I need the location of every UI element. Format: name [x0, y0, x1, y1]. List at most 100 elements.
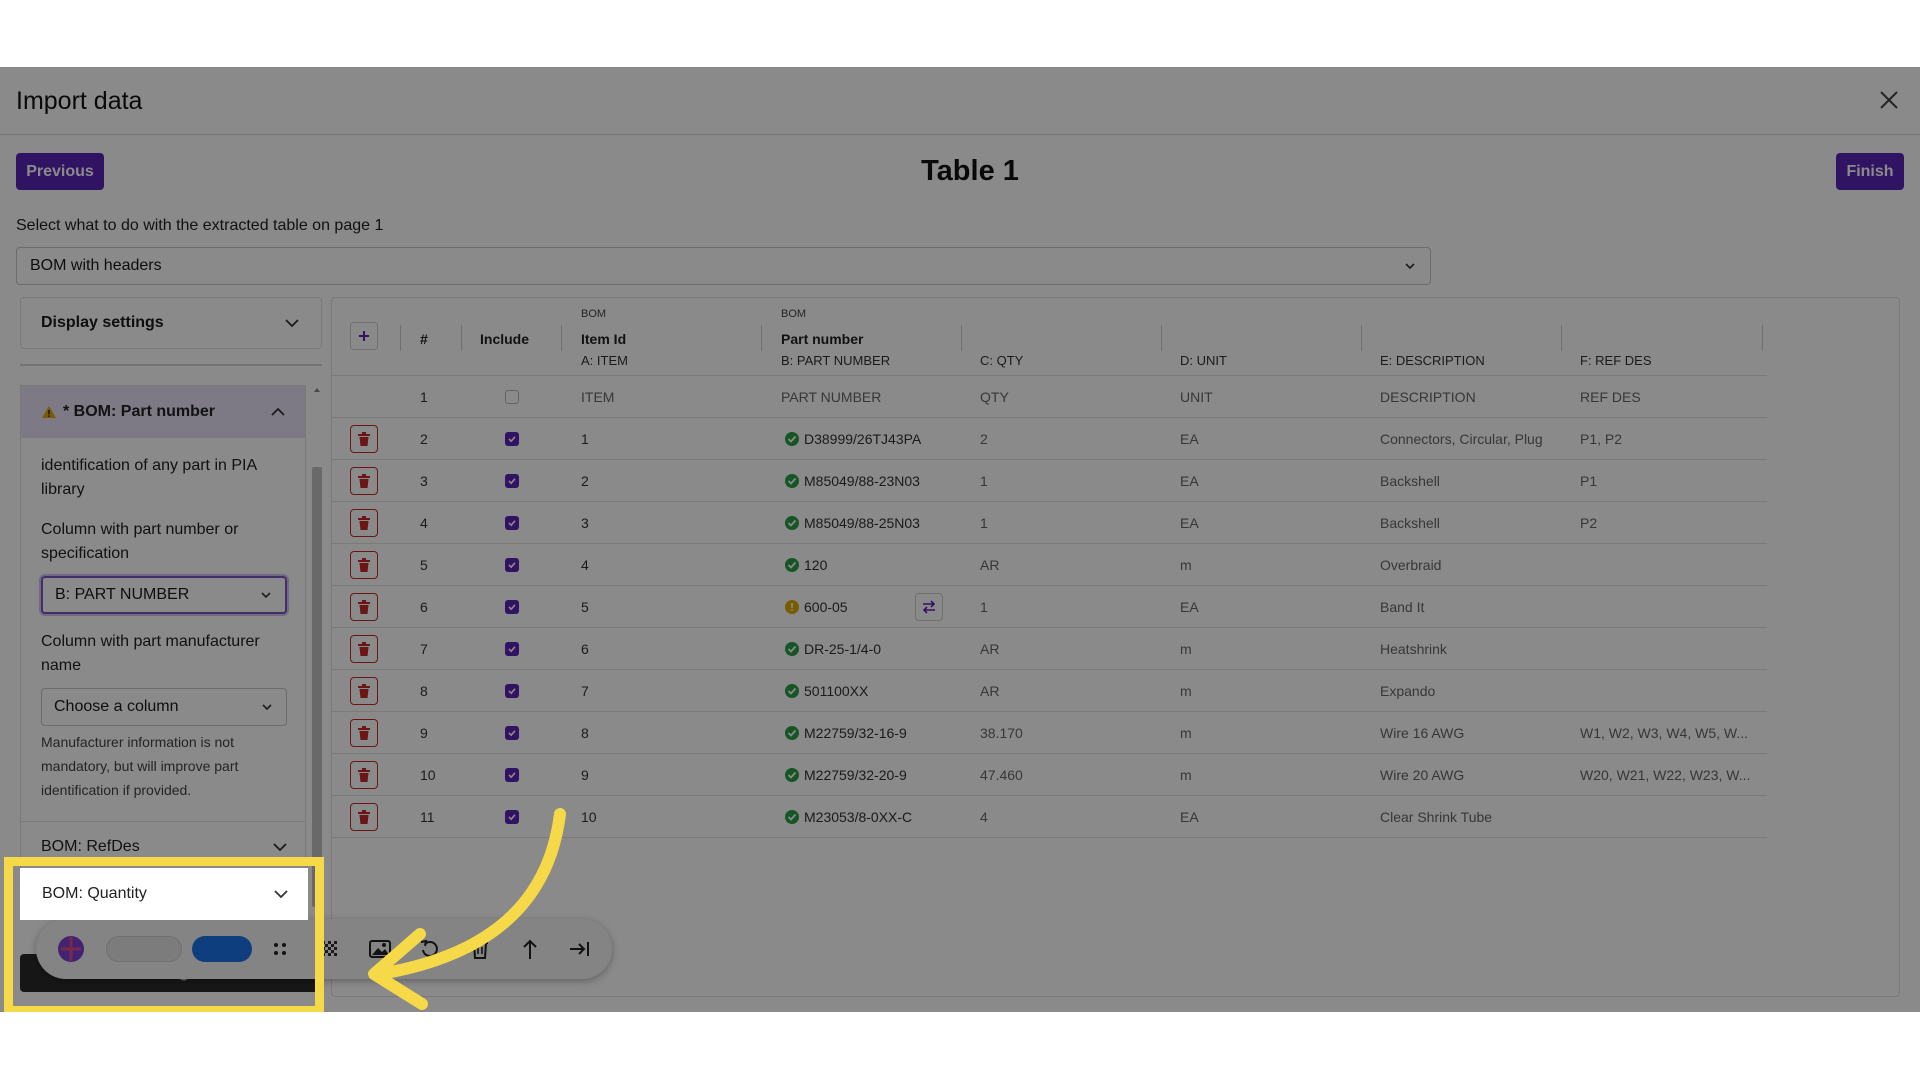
row-number: 10: [420, 767, 436, 783]
sidebar-scrollbar[interactable]: [312, 385, 322, 915]
cell-description: Connectors, Circular, Plug: [1380, 431, 1543, 447]
part-column-label: Column with part number or specification: [41, 521, 239, 562]
quantity-section-header[interactable]: BOM: Quantity: [20, 868, 308, 920]
table-row: 9 8 M22759/32-16-9 38.170 m Wire 16 AWG W1, W2…: [332, 712, 1767, 754]
check-icon: [508, 772, 516, 779]
delete-row-button[interactable]: [350, 509, 378, 537]
cell-description: Backshell: [1380, 515, 1440, 531]
delete-row-button[interactable]: [350, 425, 378, 453]
display-settings-label: Display settings: [41, 314, 164, 331]
header-qty[interactable]: C: QTY: [980, 353, 1023, 368]
header-item-sub: A: ITEM: [581, 353, 628, 368]
check-icon: [508, 730, 516, 737]
part-column-select[interactable]: B: PART NUMBER: [41, 576, 287, 614]
cell-part: DR-25-1/4-0: [785, 628, 881, 670]
cell-qty: 2: [980, 431, 988, 447]
include-checkbox[interactable]: [505, 684, 519, 698]
cell-qty: AR: [980, 683, 1000, 699]
dialog-title: Import data: [16, 87, 143, 115]
cell-qty: AR: [980, 641, 1000, 657]
table-row: 7 6 DR-25-1/4-0 AR m Heatshrink: [332, 628, 1767, 670]
table-title: Table 1: [921, 155, 1019, 187]
cell-qty: 4: [980, 809, 988, 825]
scroll-up-icon[interactable]: [312, 385, 322, 395]
cell-qty: AR: [980, 557, 1000, 573]
cell-qty: 1: [980, 515, 988, 531]
cell-description: Wire 16 AWG: [1380, 725, 1465, 741]
check-icon: [508, 646, 516, 653]
include-checkbox[interactable]: [505, 474, 519, 488]
cell-qty: 47.460: [980, 767, 1023, 783]
chevron-down-icon: [261, 592, 271, 599]
delete-row-button[interactable]: [350, 677, 378, 705]
cell-description: Backshell: [1380, 473, 1440, 489]
swap-part-button[interactable]: [915, 593, 943, 621]
check-status-icon: [785, 642, 799, 656]
part-number-text: M22759/32-20-9: [804, 767, 907, 783]
check-status-icon: [785, 558, 799, 572]
table-row: 1 ITEM PART NUMBER QTY UNIT DESCRIPTION …: [332, 376, 1767, 418]
part-number-section-header[interactable]: * BOM: Part number: [21, 386, 305, 438]
header-item-main: Item Id: [581, 331, 627, 347]
scrollbar-thumb[interactable]: [312, 467, 322, 907]
include-checkbox[interactable]: [505, 558, 519, 572]
check-status-icon: [785, 432, 799, 446]
trash-icon: [358, 726, 370, 740]
manufacturer-column-select[interactable]: Choose a column: [41, 688, 287, 726]
check-status-icon: [785, 684, 799, 698]
chevron-up-icon: [271, 407, 285, 416]
cell-item: 3: [581, 515, 589, 531]
trash-icon: [358, 684, 370, 698]
mode-select[interactable]: BOM with headers: [16, 247, 1431, 285]
table-row: 8 7 501100XX AR m Expando: [332, 670, 1767, 712]
add-column-button[interactable]: [350, 322, 378, 350]
chevron-down-icon: [285, 319, 299, 328]
include-checkbox[interactable]: [505, 432, 519, 446]
pointer-arrow-icon: [368, 808, 566, 1010]
chevron-down-icon: [1405, 263, 1415, 270]
include-checkbox[interactable]: [505, 642, 519, 656]
include-checkbox[interactable]: [505, 600, 519, 614]
include-checkbox[interactable]: [505, 516, 519, 530]
display-settings-toggle[interactable]: Display settings: [20, 297, 322, 349]
import-dialog: Import data Previous Table 1 Finish Sele…: [0, 67, 1920, 1012]
check-status-icon: [785, 726, 799, 740]
cell-ref-des: W20, W21, W22, W23, W...: [1580, 767, 1751, 783]
header-include: Include: [480, 331, 530, 347]
cell-unit: EA: [1180, 809, 1199, 825]
close-icon[interactable]: [1878, 89, 1900, 111]
delete-row-button[interactable]: [350, 719, 378, 747]
delete-row-button[interactable]: [350, 551, 378, 579]
row-number: 7: [420, 641, 428, 657]
row-number: 9: [420, 725, 428, 741]
delete-row-button[interactable]: [350, 761, 378, 789]
cell-qty: QTY: [980, 389, 1009, 405]
delete-row-button[interactable]: [350, 635, 378, 663]
header-description[interactable]: E: DESCRIPTION: [1380, 353, 1485, 368]
delete-row-button[interactable]: [350, 593, 378, 621]
header-unit[interactable]: D: UNIT: [1180, 353, 1227, 368]
cell-unit: m: [1180, 725, 1192, 741]
cell-description: Heatshrink: [1380, 641, 1447, 657]
trash-icon: [358, 768, 370, 782]
delete-row-button[interactable]: [350, 467, 378, 495]
finish-button[interactable]: Finish: [1836, 153, 1904, 190]
part-number-text: M22759/32-16-9: [804, 725, 907, 741]
header-ref-des[interactable]: F: REF DES: [1580, 353, 1652, 368]
plus-icon: [359, 331, 369, 341]
part-number-text: M85049/88-25N03: [804, 515, 920, 531]
mode-select-value: BOM with headers: [30, 257, 162, 274]
row-number: 1: [420, 389, 428, 405]
warning-status-icon: [785, 600, 799, 614]
divider: [20, 364, 322, 366]
part-number-text: M23053/8-0XX-C: [804, 809, 913, 825]
include-checkbox[interactable]: [505, 768, 519, 782]
cell-unit: m: [1180, 557, 1192, 573]
check-status-icon: [785, 474, 799, 488]
include-checkbox[interactable]: [505, 726, 519, 740]
include-checkbox[interactable]: [505, 390, 519, 404]
cell-description: Band It: [1380, 599, 1425, 615]
part-number-text: 120: [804, 557, 828, 573]
cell-part: 120: [785, 544, 827, 586]
cell-part: PART NUMBER: [781, 389, 882, 405]
